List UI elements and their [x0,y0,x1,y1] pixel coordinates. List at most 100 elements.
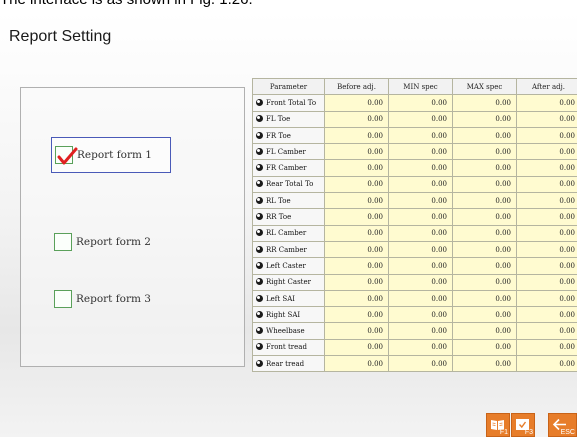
value-cell: 0.00 [388,355,453,373]
table-row[interactable]: FR Camber 0.00 0.00 0.00 0.00 [252,159,577,177]
report-form-1-checkbox[interactable] [55,146,78,165]
value-cell: 0.00 [324,306,389,324]
report-form-3-checkbox[interactable] [54,290,72,308]
value-cell: 0.00 [452,240,517,259]
value-cell: 0.00 [388,338,453,357]
value-cell: 0.00 [388,175,453,194]
table-row[interactable]: RR Toe 0.00 0.00 0.00 0.00 [252,208,577,226]
esc-key-label: ESC [560,429,575,436]
parameter-name-cell: FL Toe [252,110,325,128]
value-cell: 0.00 [516,306,577,324]
parameter-name: Right SAI [266,310,301,319]
value-cell: 0.00 [516,94,577,112]
parameter-name-cell: FL Camber [252,143,325,161]
parameter-name-cell: FR Toe [252,126,325,145]
f1-key-label: F1 [499,429,508,436]
value-cell: 0.00 [452,143,517,161]
parameter-bullet-icon [256,359,263,367]
table-row[interactable]: RL Toe 0.00 0.00 0.00 0.00 [252,192,577,210]
parameter-name: RR Camber [266,245,307,254]
value-cell: 0.00 [516,143,577,161]
table-row[interactable]: FL Toe 0.00 0.00 0.00 0.00 [252,110,577,128]
value-cell: 0.00 [516,192,577,210]
value-cell: 0.00 [452,322,517,340]
table-row[interactable]: Wheelbase 0.00 0.00 0.00 0.00 [252,322,577,340]
table-row[interactable]: RL Camber 0.00 0.00 0.00 0.00 [252,224,577,242]
column-header-after-adj: After adj. [516,78,577,96]
parameter-name: Rear tread [266,359,305,368]
parameter-bullet-icon [256,343,263,351]
parameter-name: Right Caster [266,278,311,287]
value-cell: 0.00 [388,289,453,308]
value-cell: 0.00 [388,159,453,177]
parameter-name: Rear Total To [266,180,314,189]
value-cell: 0.00 [516,208,577,226]
value-cell: 0.00 [324,224,389,242]
parameter-bullet-icon [256,131,263,139]
parameter-name-cell: Wheelbase [252,322,325,340]
parameter-table-container: Parameter Before adj. MIN spec MAX spec … [252,78,577,373]
table-row[interactable]: Right SAI 0.00 0.00 0.00 0.00 [252,306,577,324]
table-row[interactable]: Rear Total To 0.00 0.00 0.00 0.00 [252,175,577,194]
parameter-bullet-icon [256,196,263,204]
table-row[interactable]: Front Total To 0.00 0.00 0.00 0.00 [252,94,577,112]
value-cell: 0.00 [324,192,389,210]
column-header-max-spec: MAX spec [452,78,517,96]
f3-button[interactable]: F3 [511,413,535,437]
parameter-name: RL Camber [266,229,307,238]
value-cell: 0.00 [452,306,517,324]
table-row[interactable]: Right Caster 0.00 0.00 0.00 0.00 [252,273,577,291]
report-form-1-option[interactable]: Report form 1 [51,137,171,173]
value-cell: 0.00 [516,257,577,275]
table-row[interactable]: FR Toe 0.00 0.00 0.00 0.00 [252,126,577,145]
column-header-min-spec: MIN spec [388,78,453,96]
value-cell: 0.00 [452,110,517,128]
parameter-name-cell: Left SAI [252,289,325,308]
parameter-bullet-icon [256,327,263,335]
parameter-name: Wheelbase [266,327,305,336]
value-cell: 0.00 [388,240,453,259]
table-row[interactable]: Left Caster 0.00 0.00 0.00 0.00 [252,257,577,275]
checkmark-icon [57,147,78,165]
parameter-bullet-icon [256,115,263,123]
report-form-1-label: Report form 1 [77,149,152,161]
parameter-bullet-icon [256,294,263,302]
parameter-bullet-icon [256,310,263,318]
value-cell: 0.00 [516,289,577,308]
parameter-name-cell: RL Toe [252,192,325,210]
report-form-2-option[interactable]: Report form 2 [51,224,171,260]
report-form-3-option[interactable]: Report form 3 [51,281,171,317]
value-cell: 0.00 [324,338,389,357]
value-cell: 0.00 [324,126,389,145]
report-form-panel: Report form 1 Report form 2 Report form … [20,87,245,367]
parameter-name-cell: FR Camber [252,159,325,177]
parameter-name-cell: Front Total To [252,94,325,112]
report-form-2-checkbox[interactable] [54,233,72,251]
f1-button[interactable]: F1 [486,413,510,437]
value-cell: 0.00 [452,126,517,145]
value-cell: 0.00 [452,175,517,194]
table-row[interactable]: Left SAI 0.00 0.00 0.00 0.00 [252,289,577,308]
value-cell: 0.00 [324,143,389,161]
esc-button[interactable]: ESC [548,413,577,437]
parameter-name: RL Toe [266,196,291,205]
table-row[interactable]: Front tread 0.00 0.00 0.00 0.00 [252,338,577,357]
value-cell: 0.00 [388,306,453,324]
value-cell: 0.00 [516,322,577,340]
value-cell: 0.00 [388,192,453,210]
value-cell: 0.00 [516,355,577,373]
f3-key-label: F3 [524,429,533,436]
table-row[interactable]: Rear tread 0.00 0.00 0.00 0.00 [252,355,577,373]
value-cell: 0.00 [324,94,389,112]
parameter-name: FL Toe [266,115,291,124]
parameter-name-cell: Rear Total To [252,175,325,194]
table-row[interactable]: FL Camber 0.00 0.00 0.00 0.00 [252,143,577,161]
table-row[interactable]: RR Camber 0.00 0.00 0.00 0.00 [252,240,577,259]
value-cell: 0.00 [388,126,453,145]
value-cell: 0.00 [324,257,389,275]
report-setting-screen: Report Setting Report form 1 Report form… [0,12,577,437]
report-form-3-label: Report form 3 [76,293,151,305]
parameter-bullet-icon [256,229,263,237]
value-cell: 0.00 [516,224,577,242]
parameter-name-cell: Rear tread [252,355,325,373]
